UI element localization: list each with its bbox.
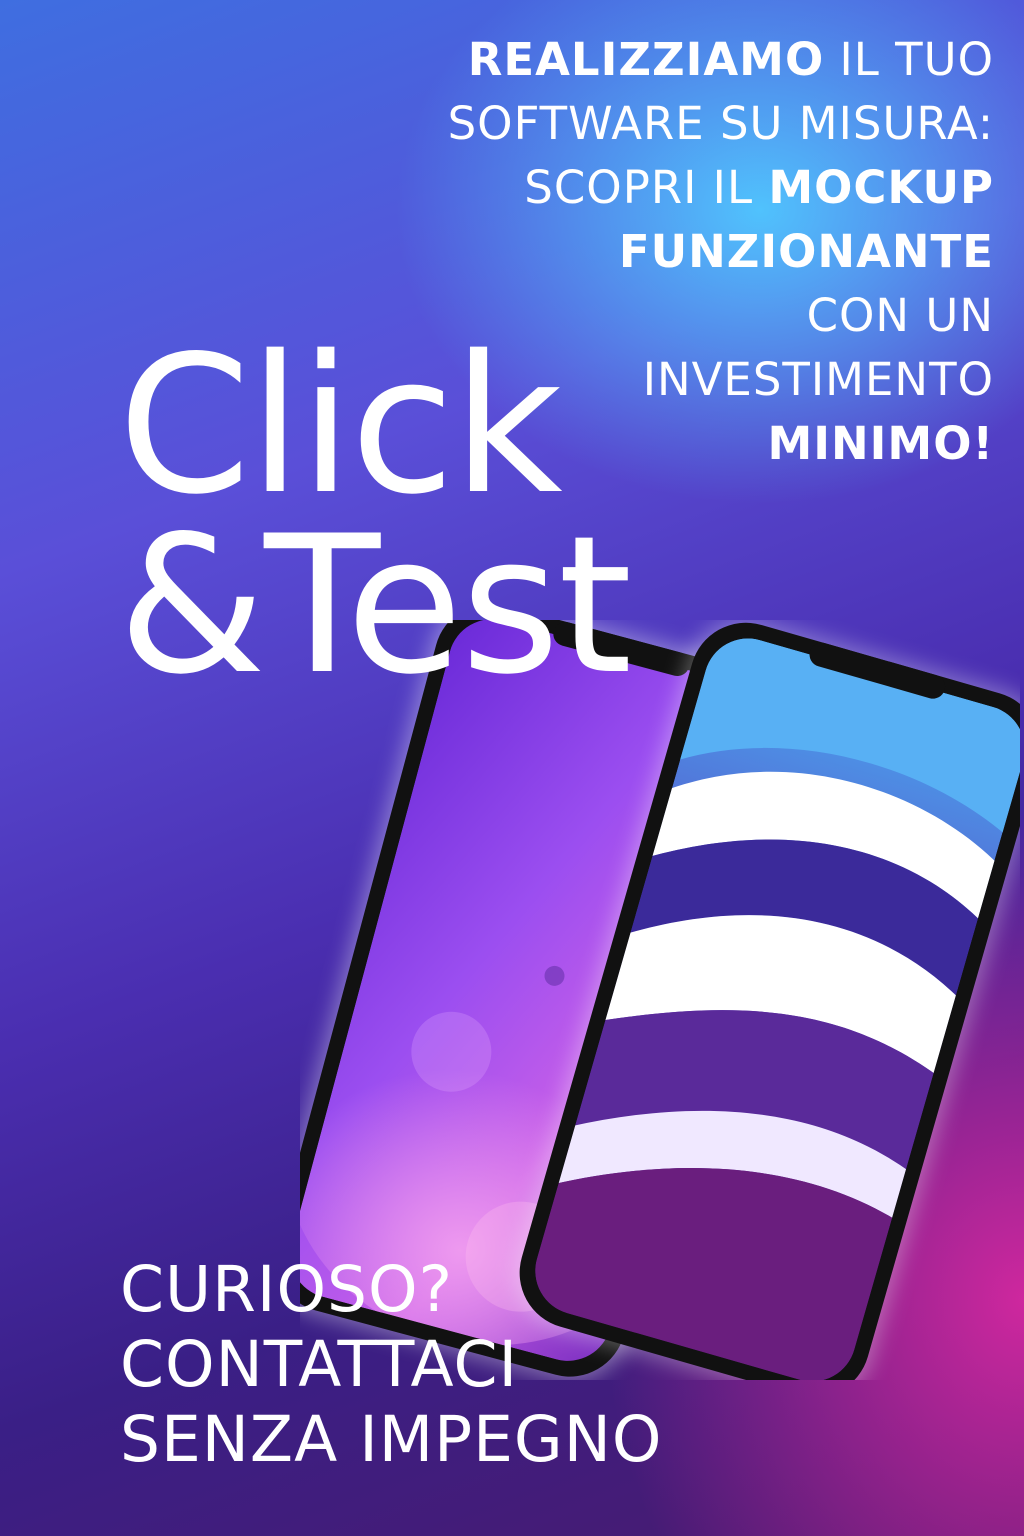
brand-line-1: Click xyxy=(118,315,563,536)
tagline-light-3: SCOPRI IL xyxy=(524,161,769,214)
tagline-line-1: REALIZZIAMO IL TUO xyxy=(394,28,994,92)
cta-line-1: CURIOSO? xyxy=(120,1253,454,1326)
tagline-line-2: SOFTWARE SU MISURA: xyxy=(447,97,994,150)
tagline-bold-3: MOCKUP xyxy=(768,161,994,214)
brand-title: Click &Test xyxy=(118,315,632,716)
tagline-bold-7: MINIMO! xyxy=(767,417,994,470)
cta-line-2: CONTATTACI xyxy=(120,1328,519,1401)
tagline-rest-1: IL TUO xyxy=(824,33,994,86)
tagline-bold-1: REALIZZIAMO xyxy=(467,33,825,86)
tagline-line-4: FUNZIONANTE xyxy=(394,220,994,284)
cta-line-3: SENZA IMPEGNO xyxy=(120,1403,663,1476)
tagline-bold-4: FUNZIONANTE xyxy=(618,225,994,278)
brand-line-2: &Test xyxy=(118,495,632,716)
call-to-action: CURIOSO? CONTATTACI SENZA IMPEGNO xyxy=(120,1252,662,1477)
tagline-line-3: SCOPRI IL MOCKUP xyxy=(394,156,994,220)
